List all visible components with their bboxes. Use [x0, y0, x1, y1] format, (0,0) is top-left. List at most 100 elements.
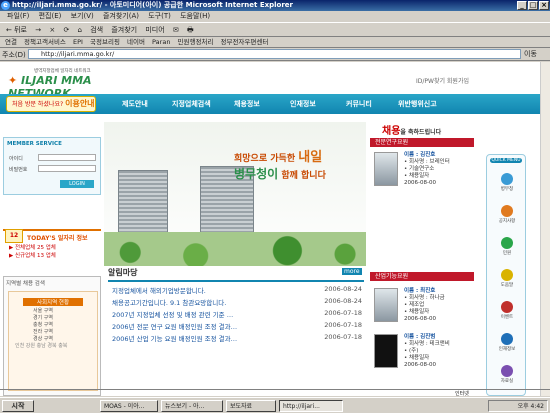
home-button[interactable]: ⌂: [78, 26, 82, 34]
quick-item-icon: [501, 237, 513, 249]
notice-row[interactable]: 2007년 지정업체 선정 및 배정 관련 기준 … 2006-07-18: [112, 309, 362, 319]
minimize-button[interactable]: _: [517, 1, 527, 10]
nav-system-guide[interactable]: 제도안내: [122, 94, 148, 114]
menu-help[interactable]: 도움말(H): [180, 12, 210, 20]
notice-row[interactable]: 채용공고기간입니다. 9.1 참관요망합니다. 2006-08-24: [112, 297, 362, 307]
quick-item[interactable]: 병무청: [493, 173, 521, 192]
go-button[interactable]: 이동: [524, 49, 548, 59]
nav-company-search[interactable]: 지정업체검색: [172, 94, 211, 114]
link-item[interactable]: 네이버: [127, 38, 145, 46]
close-button[interactable]: ×: [539, 1, 549, 10]
stop-button[interactable]: ×: [49, 26, 55, 34]
nav-recruit-info[interactable]: 채용정보: [234, 94, 260, 114]
site-logo[interactable]: 병역지정업체 일자리 네트워크 ✦ ILJARI MMA NETWORK: [8, 68, 138, 100]
print-button[interactable]: 🖶: [187, 26, 194, 34]
region-item[interactable]: 충청 구역: [9, 322, 97, 329]
usage-guide-button[interactable]: 처음 방문 하셨나요? 이용안내: [6, 96, 96, 112]
quick-menu: QUICK MENU 병무청 공지사항 민원 도움말 이벤트 인재정보 자료실: [486, 154, 526, 396]
link-item[interactable]: EPI: [73, 38, 83, 46]
map-label-incheon: 인천: [15, 343, 25, 349]
top-links[interactable]: ID/PW찾기 회원가입: [416, 76, 469, 85]
address-input[interactable]: http://iljari.mma.go.kr/: [28, 49, 521, 59]
congrats-title: 채용: [382, 126, 401, 137]
person-card[interactable]: 이름 : 김진범 • 회사명 : 테크앤비 • (주) • 채용일자 2006-…: [372, 332, 472, 374]
nav-violation-report[interactable]: 위반행위신고: [398, 94, 437, 114]
region-item[interactable]: 경상 구역: [9, 336, 97, 343]
person-card[interactable]: 이름 : 김진호 • 회사명 : 브레인터 • 기술연구소 • 채용일자 200…: [372, 150, 472, 192]
notice-text: 2006년 전문 연구 요원 배정인원 조정 결과…: [112, 323, 238, 331]
menu-edit[interactable]: 편집(E): [39, 12, 62, 20]
maximize-button[interactable]: □: [528, 1, 538, 10]
refresh-button[interactable]: ⟳: [63, 26, 69, 34]
nav-talent-info[interactable]: 인재정보: [290, 94, 316, 114]
notice-title: 알림마당: [108, 267, 364, 282]
link-item[interactable]: Paran: [152, 38, 170, 46]
system-tray: 오후 4:42: [488, 400, 548, 412]
menu-tools[interactable]: 도구(T): [148, 12, 171, 20]
taskbar-item[interactable]: MOAS - 이아...: [100, 400, 158, 412]
search-button[interactable]: 검색: [90, 26, 103, 34]
quick-item[interactable]: 자료실: [493, 365, 521, 384]
notice-date: 2006-08-24: [324, 285, 362, 293]
hero-slogan: 희망으로 가득한 내일 병무청이 함께 합니다: [234, 146, 326, 182]
notice-text: 2006년 산업 기능 요원 배정인원 조정 결과…: [112, 335, 238, 343]
calendar-icon: 12: [5, 229, 23, 243]
link-item[interactable]: 정책고객서비스: [24, 38, 66, 46]
menu-favorites[interactable]: 즐겨찾기(A): [103, 12, 139, 20]
region-search-box: 지역별 채용 검색 사회지역 현황 서울 구역 경기 구역 충청 구역 전라 구…: [3, 276, 101, 396]
media-button[interactable]: 미디어: [145, 26, 164, 34]
quick-item[interactable]: 공지사항: [493, 205, 521, 224]
notice-more-button[interactable]: more: [342, 268, 362, 275]
quick-item[interactable]: 도움말: [493, 269, 521, 288]
person-info: 이름 : 김진호 • 회사명 : 브레인터 • 기술연구소 • 채용일자 200…: [404, 152, 450, 187]
link-item[interactable]: 민원행정처리: [178, 38, 214, 46]
person-info: 이름 : 최진호 • 회사명 : 하나금 • 제조업 • 채용일자 2006-0…: [404, 288, 445, 323]
korea-map[interactable]: 사회지역 현황 서울 구역 경기 구역 충청 구역 전라 구역 경상 구역 인천…: [8, 291, 98, 391]
id-input[interactable]: [38, 154, 96, 161]
taskbar-item[interactable]: 뉴스보기 - 아...: [161, 400, 223, 412]
quick-item-label: 공지사항: [498, 219, 516, 224]
slogan-line3: 함께 합니다: [281, 171, 326, 181]
quick-item-icon: [501, 301, 513, 313]
menu-view[interactable]: 보기(V): [71, 12, 94, 20]
forward-button[interactable]: →: [35, 26, 41, 34]
person-line: • 기술연구소: [404, 166, 435, 172]
links-label: 연결: [5, 38, 17, 46]
taskbar-item-active[interactable]: http://iljari...: [279, 400, 343, 412]
quick-item-icon: [501, 365, 513, 377]
favorites-button[interactable]: 즐겨찾기: [111, 26, 137, 34]
menu-file[interactable]: 파일(F): [7, 12, 29, 20]
quick-item[interactable]: 민원: [493, 237, 521, 256]
today-row[interactable]: ▶ 신규업체 13 업체: [9, 251, 56, 259]
region-item[interactable]: 서울 구역: [9, 308, 97, 315]
link-item[interactable]: 국정브리핑: [90, 38, 120, 46]
quick-item[interactable]: 이벤트: [493, 301, 521, 320]
back-button[interactable]: ← 뒤로: [6, 26, 27, 34]
quick-item[interactable]: 인재정보: [493, 333, 521, 352]
slogan-line1: 희망으로 가득한: [234, 154, 296, 164]
notice-row[interactable]: 2006년 산업 기능 요원 배정인원 조정 결과… 2006-07-18: [112, 333, 362, 343]
person-photo: [374, 152, 398, 186]
section-header-industrial: 산업기능요원: [370, 272, 474, 281]
login-button[interactable]: LOGIN: [60, 180, 94, 188]
region-item[interactable]: 전라 구역: [9, 329, 97, 336]
today-row[interactable]: ▶ 전체업체 25 업체: [9, 243, 56, 251]
nav-community[interactable]: 커뮤니티: [346, 94, 372, 114]
pw-input[interactable]: [38, 165, 96, 172]
mail-button[interactable]: ✉: [173, 26, 179, 34]
start-button[interactable]: 시작: [2, 400, 34, 412]
quick-item-icon: [501, 173, 513, 185]
region-item[interactable]: 경기 구역: [9, 315, 97, 322]
member-title: MEMBER SERVICE: [7, 141, 62, 147]
notice-row[interactable]: 지정업체에서 해외기업방문합니다. 2006-08-24: [112, 285, 362, 295]
link-item[interactable]: 정부전자우편센터: [220, 38, 268, 46]
vertical-scrollbar[interactable]: [540, 62, 550, 396]
taskbar-item[interactable]: 보도자료: [226, 400, 276, 412]
left-column: MEMBER SERVICE 아이디 비밀번호 LOGIN 12 TODAY'S…: [0, 137, 104, 396]
notice-date: 2006-07-18: [324, 309, 362, 317]
congrats-suffix: 을 축하드립니다: [400, 129, 442, 136]
notice-row[interactable]: 2006년 전문 연구 요원 배정인원 조정 결과… 2006-07-18: [112, 321, 362, 331]
address-label: 주소(D): [2, 51, 26, 59]
person-name: 이름 : 김진범: [404, 334, 436, 340]
person-card[interactable]: 이름 : 최진호 • 회사명 : 하나금 • 제조업 • 채용일자 2006-0…: [372, 286, 472, 328]
